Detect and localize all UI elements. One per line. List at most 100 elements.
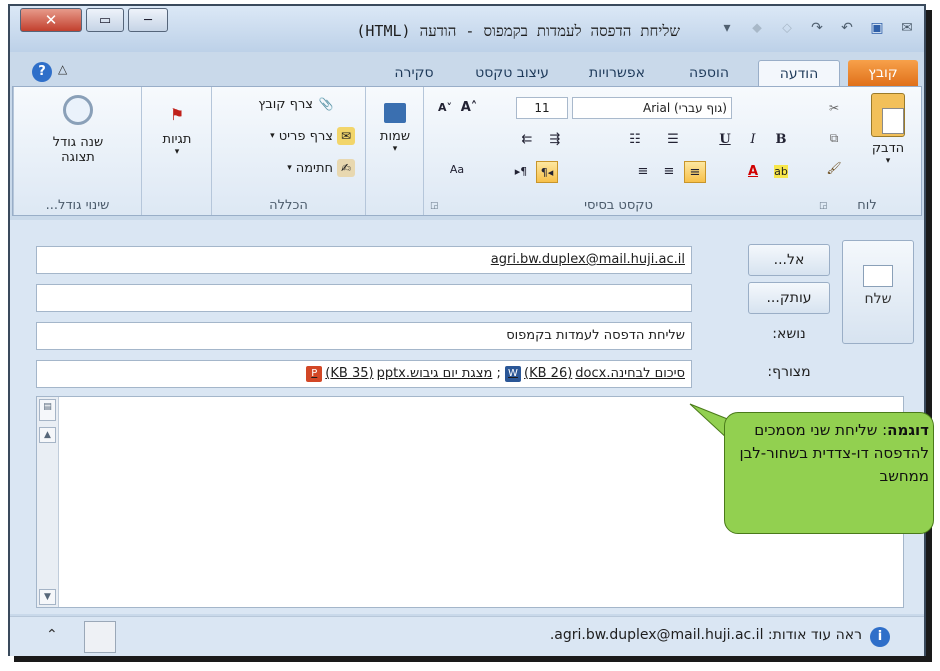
cc-button[interactable]: עותק... (748, 282, 830, 314)
decrease-indent-icon[interactable]: ⇇ (516, 129, 538, 151)
word-doc-icon: W (505, 366, 521, 382)
quick-access-toolbar: ▾ ⬥ ⬦ ↷ ↶ ▣ ✉ (718, 20, 916, 36)
tab-review[interactable]: סקירה (374, 60, 454, 86)
dialog-launcher-icon[interactable]: ◲ (819, 201, 828, 211)
tab-insert[interactable]: הוספה (674, 60, 744, 86)
ruler-toggle-icon[interactable]: ▤ (39, 399, 56, 421)
help-icon[interactable]: ? (32, 62, 52, 82)
group-clipboard: הדבק ▾ ✂ ⧉ 🖌 לוח ◲ (813, 87, 921, 215)
attach-item-label: צרף פריט (278, 128, 333, 144)
save-icon[interactable]: ▣ (868, 20, 886, 36)
info-icon: i (870, 627, 890, 647)
include-group-label: הכללה (269, 198, 308, 213)
italic-button[interactable]: I (742, 129, 764, 151)
zoom-button[interactable]: שנה גודל תצוגה (24, 93, 132, 165)
attach-file-button[interactable]: 📎 צרף קובץ (258, 95, 335, 113)
address-book-icon (384, 103, 406, 123)
title-bar: ✕ ▭ ─ שליחת הדפסה לעמדות בקמפוס - הודעה … (10, 6, 924, 52)
chevron-down-icon: ▾ (392, 144, 398, 154)
underline-button[interactable]: U (714, 129, 736, 151)
clipboard-icon (871, 93, 905, 137)
attachment-size: (26 KB) (524, 366, 573, 381)
attachments-field[interactable]: סיכום לבחינה.docx (26 KB) W ; מצגת יום ג… (36, 360, 692, 388)
paste-button[interactable]: הדבק ▾ (857, 93, 919, 166)
chevron-down-icon: ▾ (885, 156, 891, 166)
increase-indent-icon[interactable]: ⇶ (544, 129, 566, 151)
up-arrow-icon[interactable]: ⬦ (778, 20, 796, 36)
cut-icon[interactable]: ✂ (825, 99, 843, 117)
align-right-button[interactable]: ≡ (684, 161, 706, 183)
maximize-window-button[interactable]: ▭ (86, 8, 124, 32)
minimize-window-button[interactable]: ─ (128, 8, 168, 32)
attach-item-button[interactable]: ✉ צרף פריט ▾ (270, 127, 355, 145)
vertical-scrollbar[interactable]: ▤ ▲ ▼ (37, 397, 59, 607)
attachment-separator: ; (496, 366, 501, 381)
names-label: שמות (379, 129, 411, 144)
customize-qat-icon[interactable]: ▾ (718, 20, 736, 36)
align-left-button[interactable]: ≡ (632, 161, 654, 183)
attachment-item[interactable]: מצגת יום גיבוש.pptx (35 KB) P (306, 361, 492, 387)
send-envelope-icon (863, 265, 893, 287)
tags-button[interactable]: ⚑ תגיות ▾ (146, 93, 208, 157)
close-window-button[interactable]: ✕ (20, 8, 82, 32)
signature-button[interactable]: ✍ חתימה ▾ (287, 159, 355, 177)
envelope-icon: ✉ (337, 127, 355, 145)
scroll-up-button[interactable]: ▲ (39, 427, 56, 443)
zoom-label-line1: שנה גודל (52, 135, 104, 150)
outlook-app-icon: ✉ (901, 20, 913, 36)
tab-options[interactable]: אפשרויות (574, 60, 660, 86)
chevron-down-icon: ▾ (174, 147, 180, 157)
subject-field[interactable]: שליחת הדפסה לעמדות בקמפוס (36, 322, 692, 350)
align-center-button[interactable]: ≡ (658, 161, 680, 183)
clipboard-group-label: לוח (857, 198, 877, 213)
redo-icon[interactable]: ↷ (808, 20, 826, 36)
to-button[interactable]: אל... (748, 244, 830, 276)
highlight-color-button[interactable]: ab (770, 161, 792, 183)
bold-button[interactable]: B (770, 129, 792, 151)
minimize-ribbon-icon[interactable]: △ (58, 62, 67, 76)
avatar (84, 621, 116, 653)
to-field[interactable]: agri.bw.duplex@mail.huji.ac.il (36, 246, 692, 274)
numbering-icon[interactable]: ☰ (662, 129, 684, 151)
ribbon-tabs: ? △ קובץ הודעה הוספה אפשרויות עיצוב טקסט… (10, 56, 924, 86)
shrink-font-button[interactable]: A˅ (434, 97, 456, 119)
attachment-item[interactable]: סיכום לבחינה.docx (26 KB) W (505, 361, 685, 387)
signature-label: חתימה (295, 160, 333, 176)
zoom-group-label: שינוי גודל... (45, 198, 110, 213)
bullets-icon[interactable]: ☷ (624, 129, 646, 151)
tab-message[interactable]: הודעה (758, 60, 840, 86)
copy-icon[interactable]: ⧉ (825, 129, 843, 147)
left-to-right-button[interactable]: ▸¶ (510, 161, 532, 183)
paperclip-icon: 📎 (318, 97, 334, 111)
scroll-down-button[interactable]: ▼ (39, 589, 56, 605)
group-basic-text: (גוף עברי) Arial 11 A˄ A˅ B I U ☰ ☷ ⇶ ⇇ … (423, 87, 813, 215)
chevron-up-icon[interactable]: ⌃ (46, 627, 58, 643)
font-size-combo[interactable]: 11 (516, 97, 568, 119)
tab-file[interactable]: קובץ (848, 60, 918, 86)
screenshot-frame: ✕ ▭ ─ שליחת הדפסה לעמדות בקמפוס - הודעה … (0, 0, 940, 671)
send-button[interactable]: שלח (842, 240, 914, 344)
chevron-down-icon: ▾ (287, 163, 292, 173)
cc-field[interactable] (36, 284, 692, 312)
group-tags: ⚑ תגיות ▾ (141, 87, 211, 215)
group-zoom: שנה גודל תצוגה שינוי גודל... (13, 87, 141, 215)
font-name-combo[interactable]: (גוף עברי) Arial (572, 97, 732, 119)
outlook-message-window: ✕ ▭ ─ שליחת הדפסה לעמדות בקמפוס - הודעה … (8, 4, 926, 656)
format-painter-icon[interactable]: 🖌 (825, 159, 843, 177)
to-address[interactable]: agri.bw.duplex@mail.huji.ac.il (491, 252, 685, 267)
font-color-button[interactable]: A (742, 161, 764, 183)
right-to-left-button[interactable]: ¶◂ (536, 161, 558, 183)
signature-icon: ✍ (337, 159, 355, 177)
styles-icon[interactable]: Aa (446, 159, 468, 181)
names-button[interactable]: שמות ▾ (368, 93, 422, 154)
down-arrow-icon[interactable]: ⬥ (748, 20, 766, 36)
undo-icon[interactable]: ↶ (838, 20, 856, 36)
tab-format-text[interactable]: עיצוב טקסט (460, 60, 564, 86)
dialog-launcher-icon[interactable]: ◲ (430, 201, 439, 211)
window-title: שליחת הדפסה לעמדות בקמפוס - הודעה (HTML) (356, 22, 680, 40)
callout-bold-prefix: דוגמה (887, 421, 929, 439)
people-pane-text[interactable]: ראה עוד אודות: agri.bw.duplex@mail.huji.… (550, 627, 862, 643)
grow-font-button[interactable]: A˄ (458, 97, 480, 119)
attachment-size: (35 KB) (325, 366, 374, 381)
send-label: שלח (864, 291, 892, 307)
